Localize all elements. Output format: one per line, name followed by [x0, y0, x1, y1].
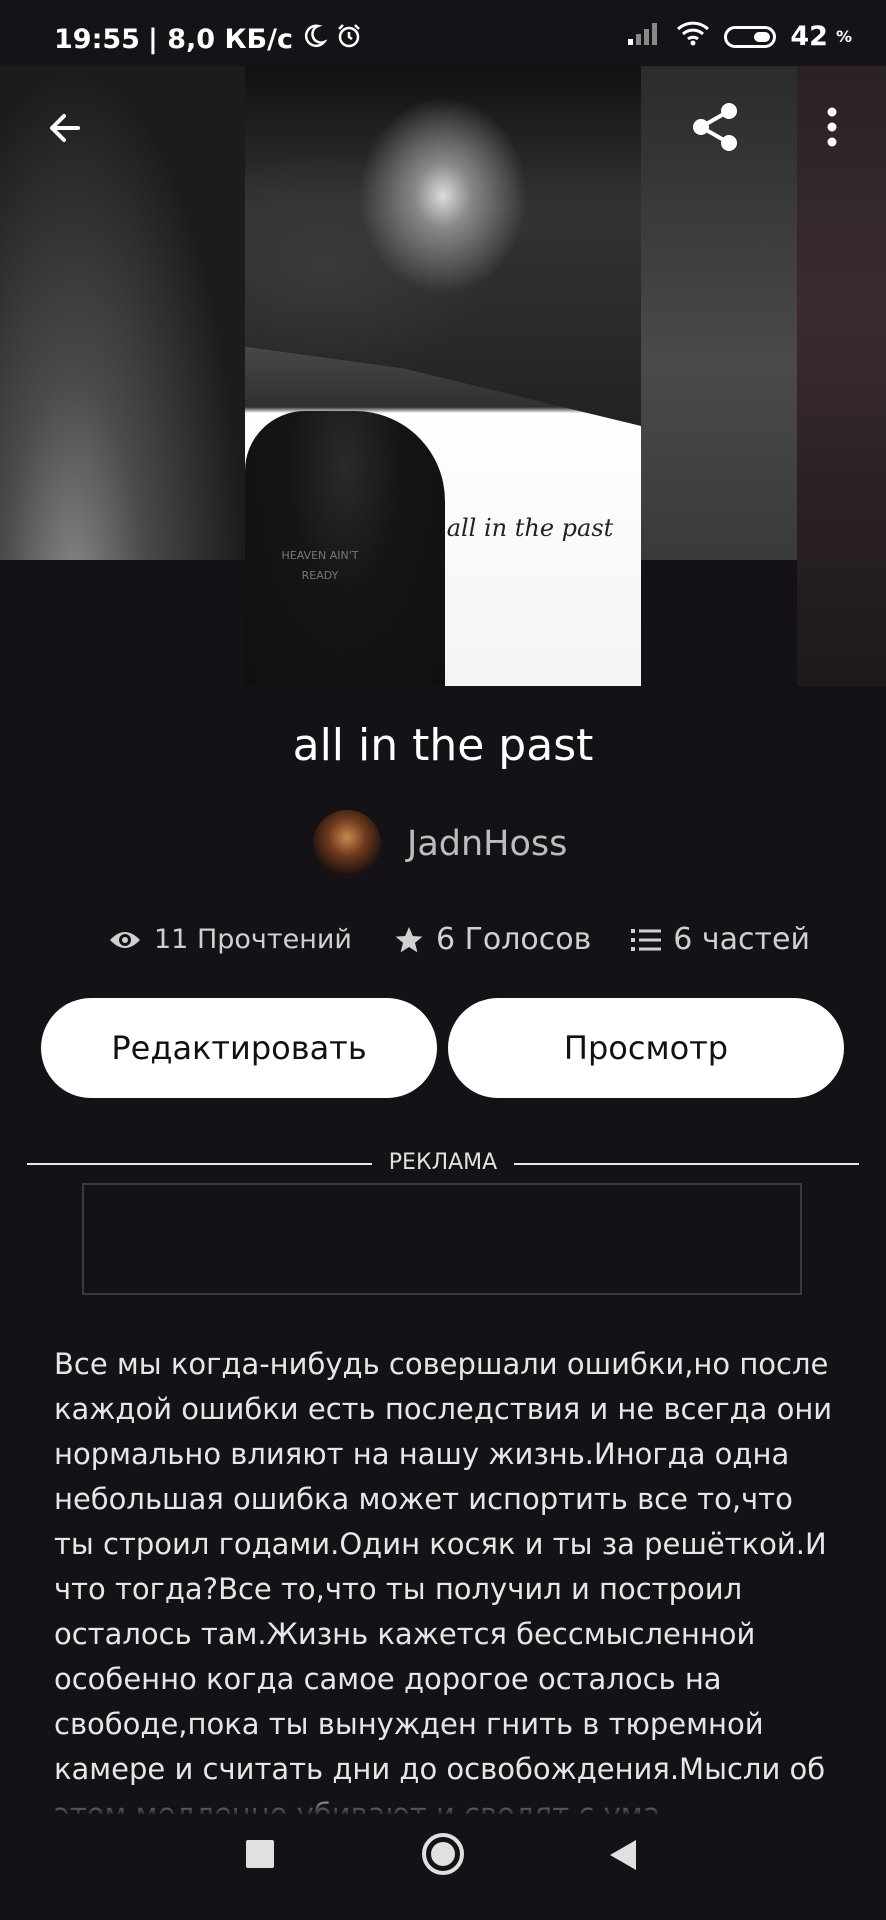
status-bar-left: 19:55 | 8,0 КБ/с	[54, 22, 363, 57]
book-title: all in the past	[292, 720, 594, 771]
more-vertical-icon	[827, 107, 837, 147]
ad-label: РЕКЛАМА	[388, 1150, 498, 1175]
reads-count: 11 Прочтений	[154, 924, 352, 955]
ad-divider-right	[514, 1163, 859, 1165]
story-description: Все мы когда-нибудь совершали ошибки,но …	[54, 1342, 834, 1814]
triangle-back-icon	[610, 1840, 636, 1870]
description-text: Все мы когда-нибудь совершали ошибки,но …	[54, 1347, 833, 1814]
next-cover-preview[interactable]	[797, 66, 886, 686]
share-button[interactable]	[684, 96, 746, 158]
parts-count[interactable]: 6 частей	[673, 922, 810, 957]
network-speed: | 8,0 КБ/с	[147, 24, 293, 55]
signal-icon	[628, 21, 662, 52]
description-fade	[0, 1790, 886, 1820]
arrow-left-icon	[50, 114, 80, 142]
votes-count: 6 Голосов	[435, 922, 592, 957]
reads-stat: 11 Прочтений	[108, 924, 352, 955]
author-avatar[interactable]	[313, 810, 381, 878]
recents-button[interactable]	[246, 1840, 274, 1868]
cover-title-text: all in the past	[446, 514, 614, 542]
back-button[interactable]	[36, 100, 92, 156]
cover-figure: HEAVEN AIN'T READY	[245, 411, 445, 686]
votes-stat: 6 Голосов	[394, 922, 591, 957]
story-stats: 11 Прочтений 6 Голосов 6 частей	[108, 922, 810, 957]
battery-level: 42	[790, 21, 828, 52]
alarm-icon	[335, 22, 363, 57]
back-nav-button[interactable]	[608, 1838, 638, 1876]
edit-button[interactable]: Редактировать	[41, 998, 437, 1098]
cover-photo	[245, 66, 641, 426]
eye-icon	[110, 931, 140, 948]
clock: 19:55	[54, 24, 140, 55]
status-bar-right: 42 %	[628, 20, 852, 53]
ad-divider-left	[27, 1163, 372, 1165]
battery-unit: %	[835, 27, 852, 46]
book-cover[interactable]: HEAVEN AIN'T READY all in the past	[245, 66, 641, 686]
cover-carousel[interactable]: HEAVEN AIN'T READY all in the past	[0, 66, 886, 686]
status-bar: 19:55 | 8,0 КБ/с 42 %	[0, 0, 886, 66]
ad-banner[interactable]	[82, 1183, 802, 1295]
share-icon	[693, 103, 737, 151]
more-options-button[interactable]	[812, 96, 852, 158]
home-dot	[431, 1842, 455, 1866]
moon-icon	[301, 23, 328, 56]
list-icon	[631, 928, 662, 951]
home-button[interactable]	[422, 1833, 464, 1875]
battery-icon	[724, 25, 777, 48]
author-link[interactable]: JadnHoss	[313, 810, 567, 878]
cover-shirt-text: HEAVEN AIN'T READY	[281, 549, 359, 582]
author-name[interactable]: JadnHoss	[407, 824, 567, 864]
preview-button[interactable]: Просмотр	[448, 998, 844, 1098]
wifi-icon	[676, 20, 710, 53]
parts-stat[interactable]: 6 частей	[631, 922, 810, 957]
system-nav-bar	[0, 1820, 886, 1920]
star-icon	[395, 926, 423, 952]
